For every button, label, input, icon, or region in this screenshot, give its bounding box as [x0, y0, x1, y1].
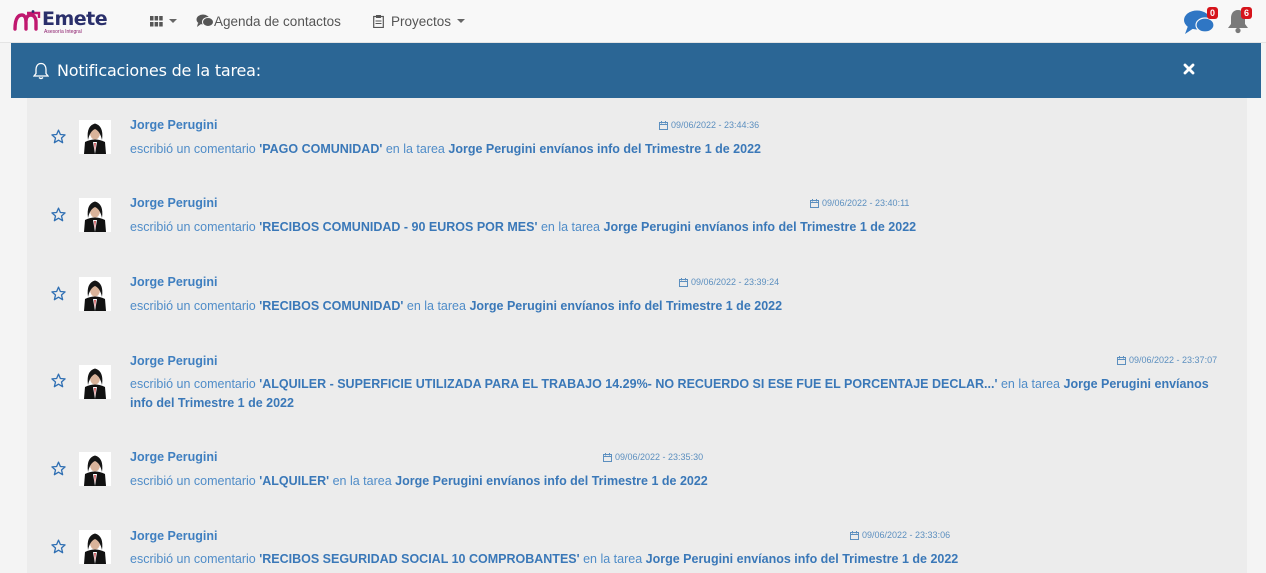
- notification-date: 09/06/2022 - 23:35:30: [603, 452, 703, 462]
- avatar: [79, 452, 111, 486]
- star-icon[interactable]: [51, 207, 66, 222]
- notification-verb: escribió un comentario: [130, 220, 256, 234]
- notification-date: 09/06/2022 - 23:33:06: [850, 530, 950, 540]
- grid-icon: [150, 15, 163, 26]
- list-item: Jorge Perugini 09/06/2022 - 23:37:07 esc…: [27, 353, 1247, 433]
- chevron-down-icon: [457, 19, 466, 23]
- logo-mark-icon: [13, 10, 41, 31]
- messages-button[interactable]: 0: [1183, 7, 1219, 41]
- notification-author[interactable]: Jorge Perugini: [130, 118, 218, 132]
- task-link[interactable]: Jorge Perugini envíanos info del Trimest…: [646, 552, 959, 566]
- calendar-icon: [850, 530, 859, 540]
- apps-menu-button[interactable]: [150, 12, 177, 30]
- nav-contacts-label: Agenda de contactos: [214, 13, 341, 29]
- date-text: 09/06/2022 - 23:35:30: [615, 452, 704, 462]
- calendar-icon: [659, 120, 668, 130]
- notification-connector: en la tarea: [1000, 377, 1061, 391]
- star-icon[interactable]: [51, 461, 66, 476]
- notification-date: 09/06/2022 - 23:37:07: [1117, 355, 1217, 365]
- notifications-panel-header: Notificaciones de la tarea:: [11, 43, 1261, 98]
- avatar: [79, 365, 111, 399]
- comments-icon: [196, 14, 214, 27]
- date-text: 09/06/2022 - 23:39:24: [691, 277, 780, 287]
- notifications-count-badge: 6: [1241, 7, 1253, 19]
- calendar-icon: [810, 198, 819, 208]
- notification-text: escribió un comentario 'RECIBOS COMUNIDA…: [130, 218, 1225, 237]
- avatar: [79, 198, 111, 232]
- notification-author[interactable]: Jorge Perugini: [130, 354, 218, 368]
- notification-author[interactable]: Jorge Perugini: [130, 529, 218, 543]
- avatar: [79, 120, 111, 154]
- star-icon[interactable]: [51, 129, 66, 144]
- brand-name: Emete: [42, 8, 108, 30]
- date-text: 09/06/2022 - 23:33:06: [862, 530, 951, 540]
- list-item: Jorge Perugini 09/06/2022 - 23:33:06 esc…: [27, 528, 1247, 573]
- brand-logo[interactable]: Emete Asesoría Integral: [13, 8, 108, 37]
- date-text: 09/06/2022 - 23:44:36: [671, 120, 760, 130]
- nav-projects-label: Proyectos: [391, 13, 452, 29]
- notification-connector: en la tarea: [583, 552, 643, 566]
- clipboard-icon: [373, 14, 384, 28]
- notification-verb: escribió un comentario: [130, 299, 256, 313]
- calendar-icon: [603, 452, 612, 462]
- comment-link[interactable]: 'PAGO COMUNIDAD': [259, 142, 382, 156]
- task-link[interactable]: Jorge Perugini envíanos info del Trimest…: [395, 474, 708, 488]
- panel-title: Notificaciones de la tarea:: [57, 61, 261, 80]
- notification-connector: en la tarea: [406, 299, 466, 313]
- notifications-button[interactable]: 6: [1227, 7, 1253, 39]
- notification-author[interactable]: Jorge Perugini: [130, 450, 218, 464]
- calendar-icon: [1117, 355, 1126, 365]
- nav-projects-menu[interactable]: Proyectos: [373, 12, 466, 30]
- brand-subtitle: Asesoría Integral: [44, 29, 82, 35]
- notification-connector: en la tarea: [540, 220, 601, 234]
- notification-verb: escribió un comentario: [130, 377, 256, 391]
- notification-text: escribió un comentario 'ALQUILER - SUPER…: [130, 375, 1225, 413]
- task-link[interactable]: Jorge Perugini envíanos info del Trimest…: [604, 220, 917, 234]
- list-item: Jorge Perugini 09/06/2022 - 23:39:24 esc…: [27, 275, 1247, 335]
- bell-outline-icon: [33, 62, 49, 79]
- notification-connector: en la tarea: [385, 142, 445, 156]
- avatar: [79, 277, 111, 311]
- notification-date: 09/06/2022 - 23:40:11: [810, 198, 909, 208]
- top-navbar: Emete Asesoría Integral Agenda de contac…: [0, 0, 1266, 43]
- notification-verb: escribió un comentario: [130, 142, 256, 156]
- list-item: Jorge Perugini 09/06/2022 - 23:40:11 esc…: [27, 196, 1247, 256]
- notification-text: escribió un comentario 'PAGO COMUNIDAD' …: [130, 140, 1225, 159]
- chevron-down-icon: [169, 19, 177, 23]
- list-item: Jorge Perugini 09/06/2022 - 23:44:36 esc…: [27, 118, 1247, 178]
- star-icon[interactable]: [51, 286, 66, 301]
- comment-link[interactable]: 'ALQUILER - SUPERFICIE UTILIZADA PARA EL…: [259, 377, 997, 391]
- notification-text: escribió un comentario 'RECIBOS COMUNIDA…: [130, 297, 1225, 316]
- notification-text: escribió un comentario 'ALQUILER' en la …: [130, 472, 1225, 491]
- avatar: [79, 530, 111, 564]
- close-icon[interactable]: [1181, 61, 1197, 77]
- list-item: Jorge Perugini 09/06/2022 - 23:35:30 esc…: [27, 450, 1247, 510]
- notification-verb: escribió un comentario: [130, 474, 256, 488]
- messages-count-badge: 0: [1207, 7, 1219, 19]
- comment-link[interactable]: 'RECIBOS SEGURIDAD SOCIAL 10 COMPROBANTE…: [259, 552, 579, 566]
- nav-contacts-link[interactable]: Agenda de contactos: [196, 12, 341, 30]
- task-link[interactable]: Jorge Perugini envíanos info del Trimest…: [448, 142, 761, 156]
- comment-link[interactable]: 'RECIBOS COMUNIDAD': [259, 299, 403, 313]
- comment-link[interactable]: 'ALQUILER': [259, 474, 329, 488]
- notification-date: 09/06/2022 - 23:44:36: [659, 120, 759, 130]
- star-icon[interactable]: [51, 373, 66, 388]
- date-text: 09/06/2022 - 23:40:11: [822, 198, 910, 208]
- notification-text: escribió un comentario 'RECIBOS SEGURIDA…: [130, 550, 1225, 569]
- notification-author[interactable]: Jorge Perugini: [130, 275, 218, 289]
- notification-verb: escribió un comentario: [130, 552, 256, 566]
- task-link[interactable]: Jorge Perugini envíanos info del Trimest…: [469, 299, 782, 313]
- star-icon[interactable]: [51, 539, 66, 554]
- notifications-list: Jorge Perugini 09/06/2022 - 23:44:36 esc…: [27, 98, 1247, 573]
- calendar-icon: [679, 277, 688, 287]
- notification-author[interactable]: Jorge Perugini: [130, 196, 218, 210]
- comment-link[interactable]: 'RECIBOS COMUNIDAD - 90 EUROS POR MES': [259, 220, 537, 234]
- notification-date: 09/06/2022 - 23:39:24: [679, 277, 779, 287]
- date-text: 09/06/2022 - 23:37:07: [1129, 355, 1218, 365]
- notification-connector: en la tarea: [332, 474, 392, 488]
